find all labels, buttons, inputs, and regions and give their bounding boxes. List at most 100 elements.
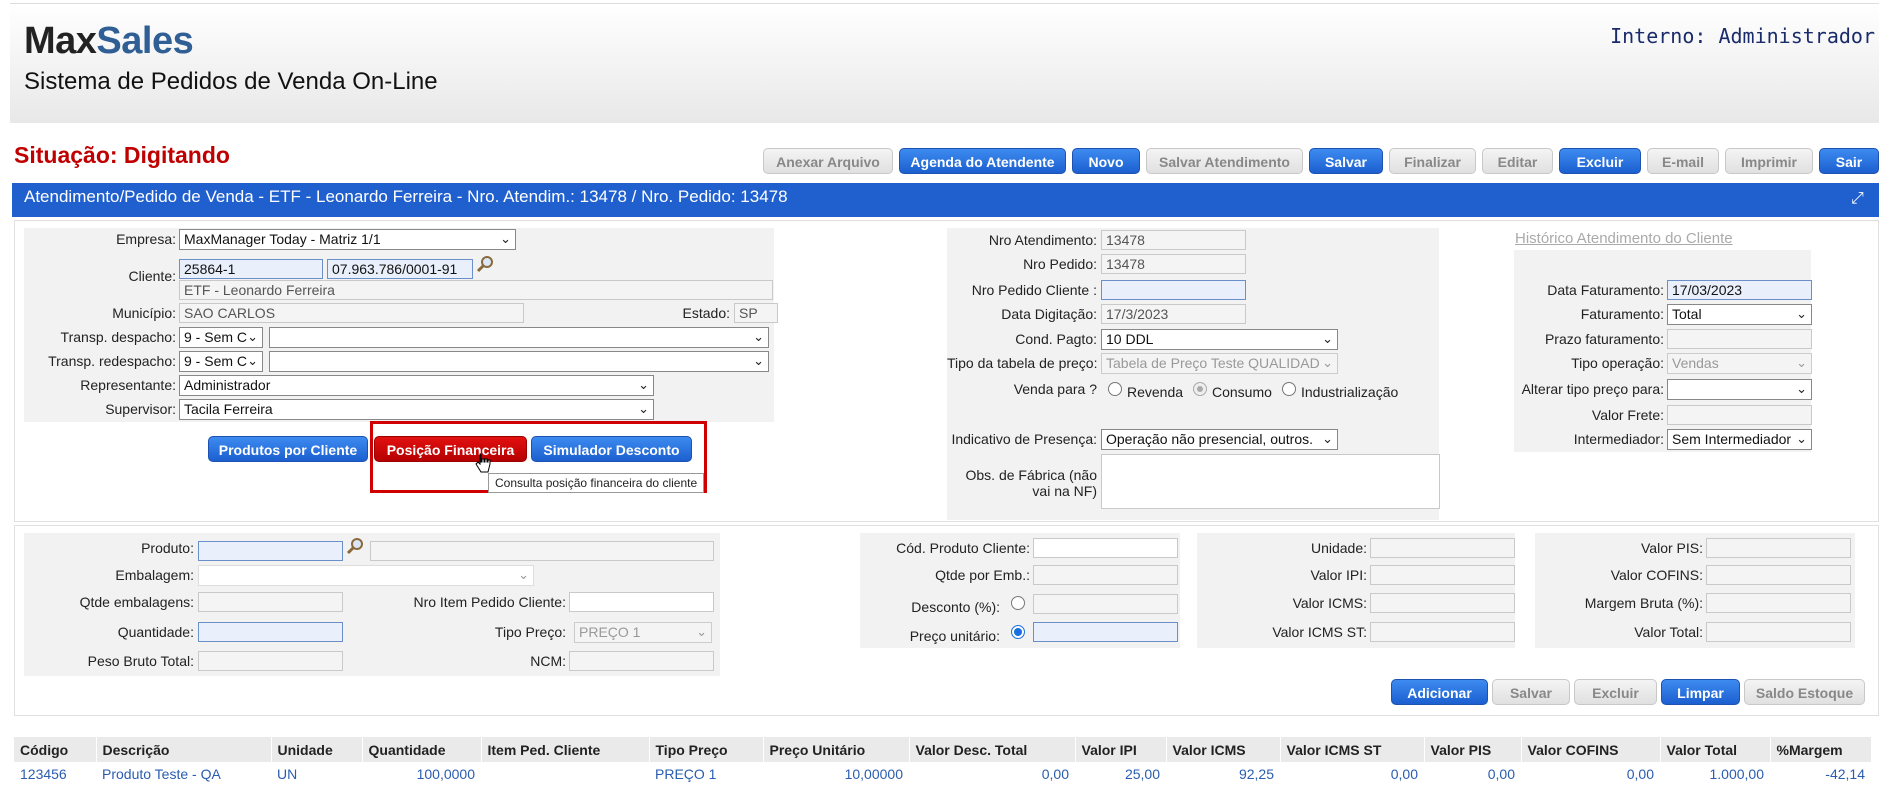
produto-input[interactable] [198, 541, 343, 561]
cond-pagto-select[interactable]: 10 DDL ⌄ [1101, 329, 1338, 350]
data-faturamento-label: Data Faturamento: [1547, 282, 1664, 298]
transp-redespacho-name-select[interactable]: ⌄ [269, 351, 769, 372]
qtde-embalagens-value [198, 592, 343, 612]
editar-button[interactable]: Editar [1482, 148, 1553, 174]
faturamento-select[interactable]: Total ⌄ [1667, 304, 1812, 325]
column-header[interactable]: Valor Desc. Total [909, 737, 1076, 762]
tipo-tabela-select[interactable]: Tabela de Preço Teste QUALIDAD ⌄ [1101, 353, 1338, 374]
novo-button[interactable]: Novo [1072, 148, 1140, 174]
transp-redespacho-select[interactable]: 9 - Sem C ⌄ [179, 351, 263, 372]
cell-valor-pis: 0,00 [1487, 766, 1515, 782]
estado-value: SP [734, 303, 778, 323]
tipo-operacao-select[interactable]: Vendas ⌄ [1667, 353, 1812, 374]
tooltip: Consulta posição financeira do cliente [488, 473, 705, 493]
finalizar-button[interactable]: Finalizar [1389, 148, 1476, 174]
prazo-faturamento-value [1667, 329, 1812, 349]
column-header[interactable]: Item Ped. Cliente [481, 737, 650, 762]
valor-frete-label: Valor Frete: [1591, 407, 1664, 423]
cliente-cnpj-input[interactable]: 07.963.786/0001-91 [327, 259, 473, 279]
chevron-down-icon: ⌄ [1796, 431, 1807, 446]
column-header[interactable]: Valor ICMS [1166, 737, 1281, 762]
nro-pedido-cliente-input[interactable] [1101, 280, 1246, 300]
limpar-button[interactable]: Limpar [1661, 679, 1740, 705]
historico-atendimento-link[interactable]: Histórico Atendimento do Cliente [1515, 230, 1733, 247]
industrializacao-label: Industrialização [1301, 384, 1399, 400]
column-header[interactable]: Valor ICMS ST [1280, 737, 1425, 762]
preco-unitario-radio[interactable] [1011, 625, 1025, 639]
preco-unitario-input[interactable] [1033, 622, 1178, 642]
search-cliente-icon[interactable] [476, 255, 494, 273]
industrializacao-radio[interactable] [1282, 382, 1296, 396]
consumo-radio[interactable] [1193, 382, 1207, 396]
data-faturamento-input[interactable]: 17/03/2023 [1667, 280, 1812, 300]
adicionar-button[interactable]: Adicionar [1391, 679, 1488, 705]
valor-ipi-label: Valor IPI: [1310, 567, 1367, 583]
saldo-estoque-button[interactable]: Saldo Estoque [1744, 679, 1865, 705]
table-row[interactable]: 123456 Produto Teste - QA UN 100,0000 PR… [14, 762, 1871, 786]
cliente-code-input[interactable]: 25864-1 [179, 259, 323, 279]
obs-fabrica-textarea[interactable] [1101, 454, 1440, 509]
produto-label: Produto: [141, 540, 194, 556]
transp-despacho-name-select[interactable]: ⌄ [269, 327, 769, 348]
cod-produto-cliente-input[interactable] [1033, 538, 1178, 558]
column-header[interactable]: Valor Total [1660, 737, 1771, 762]
tipo-preco-label: Tipo Preço: [494, 624, 566, 640]
cell-descricao[interactable]: Produto Teste - QA [96, 762, 271, 786]
column-header[interactable]: %Margem [1770, 737, 1872, 762]
representante-select[interactable]: Administrador ⌄ [179, 375, 654, 396]
email-button[interactable]: E-mail [1647, 148, 1719, 174]
revenda-radio[interactable] [1108, 382, 1122, 396]
indicativo-presenca-select[interactable]: Operação não presencial, outros. ⌄ [1101, 429, 1338, 450]
cond-pagto-label: Cond. Pagto: [1015, 331, 1097, 347]
column-header[interactable]: Tipo Preço [649, 737, 764, 762]
item-excluir-button[interactable]: Excluir [1574, 679, 1657, 705]
column-header[interactable]: Descrição [96, 737, 272, 762]
item-salvar-button[interactable]: Salvar [1492, 679, 1570, 705]
cell-codigo[interactable]: 123456 [14, 762, 96, 786]
expand-icon[interactable]: ⤢ [1851, 190, 1869, 208]
desconto-input[interactable] [1033, 594, 1178, 614]
posicao-financeira-button[interactable]: Posição Financeira [374, 436, 527, 462]
search-produto-icon[interactable] [346, 537, 364, 555]
chevron-down-icon: ⌄ [753, 353, 764, 368]
valor-pis-value [1706, 538, 1851, 558]
quantidade-label: Quantidade: [117, 624, 194, 640]
quantidade-input[interactable] [198, 622, 343, 642]
cell-valor-ipi: 25,00 [1124, 766, 1160, 782]
alterar-tipo-preco-select[interactable]: ⌄ [1667, 379, 1812, 400]
column-header[interactable]: Valor COFINS [1521, 737, 1661, 762]
hand-cursor-icon [475, 453, 491, 473]
agenda-atendente-button[interactable]: Agenda do Atendente [899, 148, 1066, 174]
anexar-arquivo-button[interactable]: Anexar Arquivo [763, 148, 893, 174]
nro-item-input[interactable] [569, 592, 714, 612]
nro-pedido-label: Nro Pedido: [1023, 256, 1097, 272]
produtos-por-cliente-button[interactable]: Produtos por Cliente [208, 436, 368, 462]
app-header: MaxSales Sistema de Pedidos de Venda On-… [10, 3, 1879, 123]
column-header[interactable]: Código [14, 737, 97, 762]
desconto-radio[interactable] [1011, 596, 1025, 610]
transp-despacho-select[interactable]: 9 - Sem C ⌄ [179, 327, 263, 348]
empresa-select[interactable]: MaxManager Today - Matriz 1/1 ⌄ [179, 229, 516, 250]
unidade-label: Unidade: [1310, 540, 1367, 556]
cod-produto-cliente-label: Cód. Produto Cliente: [896, 540, 1030, 556]
nro-pedido-cliente-label: Nro Pedido Cliente : [971, 282, 1097, 298]
salvar-atendimento-button[interactable]: Salvar Atendimento [1146, 148, 1303, 174]
column-header[interactable]: Preço Unitário [763, 737, 910, 762]
column-header[interactable]: Valor PIS [1424, 737, 1522, 762]
sair-button[interactable]: Sair [1819, 148, 1879, 174]
column-header[interactable]: Valor IPI [1075, 737, 1167, 762]
intermediador-select[interactable]: Sem Intermediador ⌄ [1667, 429, 1812, 450]
tipo-preco-select[interactable]: PREÇO 1 ⌄ [574, 622, 712, 643]
embalagem-select[interactable]: ⌄ [198, 565, 534, 586]
valor-total-label: Valor Total: [1634, 624, 1703, 640]
peso-bruto-label: Peso Bruto Total: [87, 653, 194, 669]
column-header[interactable]: Unidade [271, 737, 363, 762]
simulador-desconto-button[interactable]: Simulador Desconto [531, 436, 692, 462]
supervisor-select[interactable]: Tacila Ferreira ⌄ [179, 399, 654, 420]
imprimir-button[interactable]: Imprimir [1725, 148, 1813, 174]
excluir-button[interactable]: Excluir [1559, 148, 1641, 174]
salvar-button[interactable]: Salvar [1309, 148, 1383, 174]
chevron-down-icon: ⌄ [518, 567, 529, 582]
unidade-value [1370, 538, 1515, 558]
column-header[interactable]: Quantidade [362, 737, 482, 762]
